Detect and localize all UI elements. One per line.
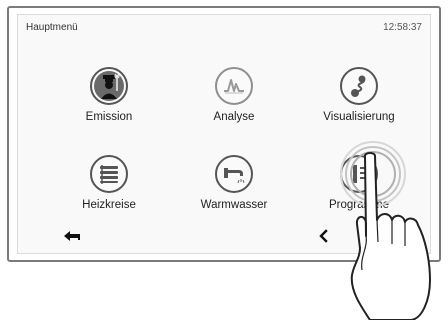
menu-tile-warmwasser[interactable]: Warmwasser <box>174 155 294 229</box>
menu-tile-analyse[interactable]: Analyse <box>174 67 294 141</box>
chevron-left-icon <box>319 229 328 243</box>
faucet-icon <box>215 155 253 193</box>
chimney-sweep-icon <box>90 67 128 105</box>
menu-tile-warmwasser-label: Warmwasser <box>200 199 268 211</box>
menu-tile-visualisierung[interactable]: Visualisierung <box>299 67 419 141</box>
device-frame: Hauptmenü 12:58:37 Emission Analyse Visu… <box>7 6 441 262</box>
menu-tile-analyse-label: Analyse <box>213 111 255 123</box>
flow-diagram-icon <box>340 67 378 105</box>
menu-tile-emission-label: Emission <box>85 111 133 123</box>
clock-time: 12:58:37 <box>383 22 422 33</box>
previous-page-button[interactable] <box>316 228 332 244</box>
display-screen: Hauptmenü 12:58:37 Emission Analyse Visu… <box>17 14 431 254</box>
radiator-icon <box>90 155 128 193</box>
menu-tile-emission[interactable]: Emission <box>49 67 169 141</box>
menu-tile-programme-label: Programme <box>328 199 390 211</box>
page-title: Hauptmenü <box>26 22 78 33</box>
back-arrow-icon <box>64 231 80 241</box>
menu-tile-visualisierung-label: Visualisierung <box>323 111 395 123</box>
waveform-icon <box>215 67 253 105</box>
menu-tile-heizkreise-label: Heizkreise <box>82 199 136 211</box>
program-list-icon <box>340 155 378 193</box>
menu-tile-heizkreise[interactable]: Heizkreise <box>49 155 169 229</box>
back-button[interactable] <box>62 228 84 244</box>
menu-tile-programme[interactable]: Programme <box>299 155 419 229</box>
